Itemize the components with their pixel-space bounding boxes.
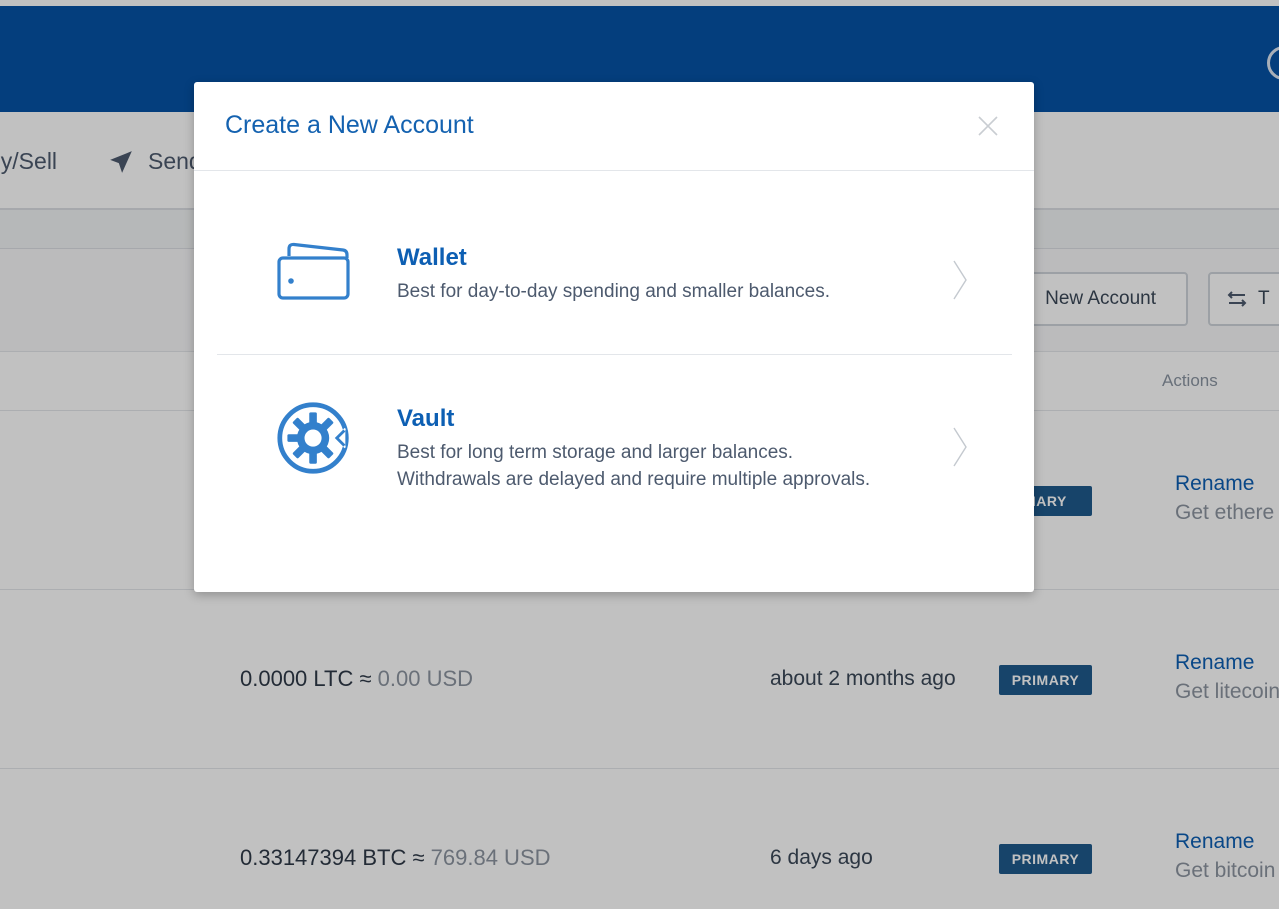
chevron-right-icon [953,427,967,467]
wallet-icon [277,242,350,300]
modal-title: Create a New Account [225,111,474,139]
vault-option-title: Vault [397,405,455,432]
create-account-modal: Create a New Account Wallet Best for day… [194,82,1034,592]
close-icon[interactable] [974,112,1002,140]
page: uy/Sell Send New Account T Actions et MA… [0,0,1279,909]
wallet-option-text: Wallet Best for day-to-day spending and … [397,244,887,305]
modal-header: Create a New Account [194,82,1034,171]
vault-option-text: Vault Best for long term storage and lar… [397,405,887,493]
vault-option[interactable]: Vault Best for long term storage and lar… [217,355,1012,565]
wallet-option-description: Best for day-to-day spending and smaller… [397,281,831,302]
vault-icon [277,402,349,474]
vault-option-description: Best for long term storage and larger ba… [397,442,871,490]
chevron-right-icon [953,260,967,300]
wallet-option[interactable]: Wallet Best for day-to-day spending and … [217,192,1012,355]
wallet-option-title: Wallet [397,244,467,271]
